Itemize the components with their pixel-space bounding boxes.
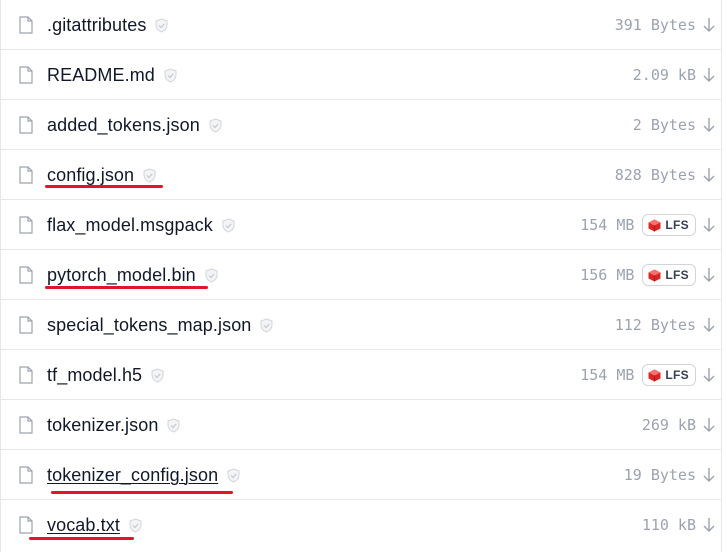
file-name-link[interactable]: tf_model.h5 bbox=[47, 365, 142, 386]
file-name-link[interactable]: vocab.txt bbox=[47, 515, 120, 536]
file-name-link[interactable]: pytorch_model.bin bbox=[47, 265, 196, 286]
file-size: 2.09 kB bbox=[632, 66, 696, 84]
file-icon bbox=[19, 116, 33, 134]
shield-check-icon bbox=[205, 267, 218, 283]
file-size: 2 Bytes bbox=[632, 116, 696, 134]
file-size: 154 MB bbox=[580, 216, 635, 234]
red-underline-annotation bbox=[45, 185, 163, 188]
download-icon[interactable] bbox=[702, 317, 716, 333]
file-row[interactable]: README.md 2.09 kB bbox=[1, 50, 721, 100]
file-name-link[interactable]: tokenizer_config.json bbox=[47, 465, 218, 486]
file-name-link[interactable]: config.json bbox=[47, 165, 134, 186]
file-icon bbox=[19, 216, 33, 234]
file-icon bbox=[19, 66, 33, 84]
shield-check-icon bbox=[227, 467, 240, 483]
lfs-label: LFS bbox=[665, 268, 689, 282]
file-name-link[interactable]: .gitattributes bbox=[47, 15, 146, 36]
file-icon bbox=[19, 266, 33, 284]
lfs-badge: LFS bbox=[642, 214, 696, 236]
red-underline-annotation bbox=[51, 491, 233, 494]
file-icon bbox=[19, 466, 33, 484]
shield-check-icon bbox=[209, 117, 222, 133]
download-icon[interactable] bbox=[702, 417, 716, 433]
download-icon[interactable] bbox=[702, 267, 716, 283]
lfs-icon bbox=[648, 219, 661, 231]
file-row[interactable]: vocab.txt 110 kB bbox=[1, 500, 721, 550]
file-icon bbox=[19, 16, 33, 34]
lfs-badge: LFS bbox=[642, 364, 696, 386]
download-icon[interactable] bbox=[702, 467, 716, 483]
file-icon bbox=[19, 166, 33, 184]
file-icon bbox=[19, 516, 33, 534]
file-size: 156 MB bbox=[580, 266, 635, 284]
file-row[interactable]: pytorch_model.bin 156 MB LFS bbox=[1, 250, 721, 300]
shield-check-icon bbox=[151, 367, 164, 383]
lfs-label: LFS bbox=[665, 368, 689, 382]
file-size: 154 MB bbox=[580, 366, 635, 384]
file-icon bbox=[19, 316, 33, 334]
file-row[interactable]: special_tokens_map.json 112 Bytes bbox=[1, 300, 721, 350]
file-list: .gitattributes 391 Bytes README.md 2.09 … bbox=[0, 0, 722, 552]
shield-check-icon bbox=[167, 417, 180, 433]
shield-check-icon bbox=[222, 217, 235, 233]
download-icon[interactable] bbox=[702, 517, 716, 533]
file-row[interactable]: config.json 828 Bytes bbox=[1, 150, 721, 200]
shield-check-icon bbox=[260, 317, 273, 333]
file-name-link[interactable]: added_tokens.json bbox=[47, 115, 200, 136]
download-icon[interactable] bbox=[702, 217, 716, 233]
file-size: 19 Bytes bbox=[623, 466, 696, 484]
file-row[interactable]: tokenizer.json 269 kB bbox=[1, 400, 721, 450]
download-icon[interactable] bbox=[702, 367, 716, 383]
file-size: 269 kB bbox=[641, 416, 696, 434]
file-name-link[interactable]: tokenizer.json bbox=[47, 415, 158, 436]
shield-check-icon bbox=[129, 517, 142, 533]
lfs-icon bbox=[648, 369, 661, 381]
file-row[interactable]: added_tokens.json 2 Bytes bbox=[1, 100, 721, 150]
file-row[interactable]: flax_model.msgpack 154 MB LFS bbox=[1, 200, 721, 250]
red-underline-annotation bbox=[29, 537, 134, 540]
file-icon bbox=[19, 366, 33, 384]
file-name-link[interactable]: special_tokens_map.json bbox=[47, 315, 251, 336]
file-icon bbox=[19, 416, 33, 434]
lfs-icon bbox=[648, 269, 661, 281]
download-icon[interactable] bbox=[702, 167, 716, 183]
shield-check-icon bbox=[143, 167, 156, 183]
file-size: 828 Bytes bbox=[614, 166, 696, 184]
shield-check-icon bbox=[155, 17, 168, 33]
file-name-link[interactable]: flax_model.msgpack bbox=[47, 215, 213, 236]
download-icon[interactable] bbox=[702, 67, 716, 83]
file-size: 112 Bytes bbox=[614, 316, 696, 334]
red-underline-annotation bbox=[45, 286, 208, 289]
download-icon[interactable] bbox=[702, 17, 716, 33]
file-row[interactable]: .gitattributes 391 Bytes bbox=[1, 0, 721, 50]
lfs-label: LFS bbox=[665, 218, 689, 232]
file-size: 391 Bytes bbox=[614, 16, 696, 34]
file-row[interactable]: tokenizer_config.json 19 Bytes bbox=[1, 450, 721, 500]
file-row[interactable]: tf_model.h5 154 MB LFS bbox=[1, 350, 721, 400]
lfs-badge: LFS bbox=[642, 264, 696, 286]
file-name-link[interactable]: README.md bbox=[47, 65, 155, 86]
shield-check-icon bbox=[164, 67, 177, 83]
download-icon[interactable] bbox=[702, 117, 716, 133]
file-size: 110 kB bbox=[641, 516, 696, 534]
